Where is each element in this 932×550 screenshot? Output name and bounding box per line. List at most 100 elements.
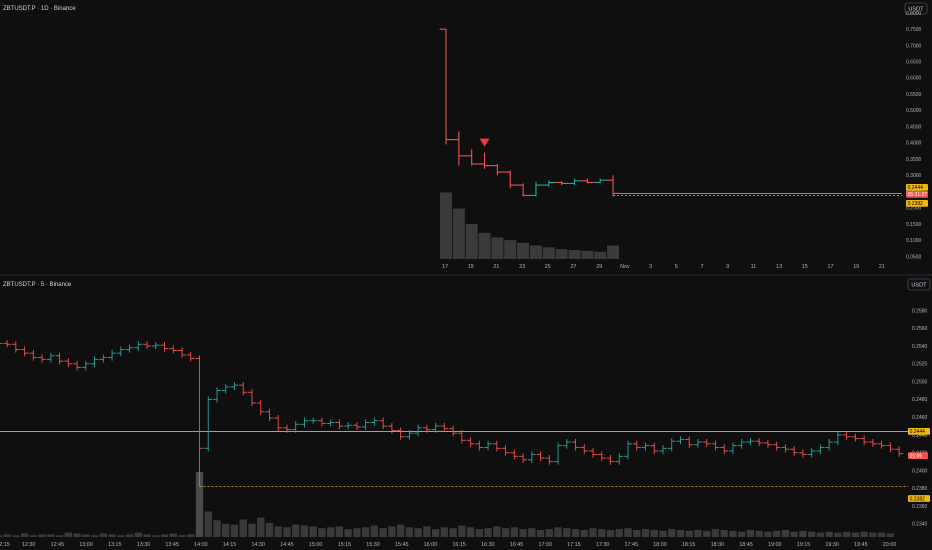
bottom-volume-bar xyxy=(711,529,720,537)
top-x-tick: 7 xyxy=(701,264,704,270)
bottom-volume-bar xyxy=(55,535,64,537)
bottom-x-tick: 14:45 xyxy=(280,542,294,548)
top-x-tick: 27 xyxy=(571,264,577,270)
top-y-tick: 0.6000 xyxy=(906,76,922,82)
bottom-x-tick: 14:30 xyxy=(252,542,266,548)
bottom-volume-bar xyxy=(414,528,422,537)
top-volume-bar xyxy=(568,250,581,259)
top-pane-title: ZBTUSDT.P · 1D · Binance xyxy=(3,6,76,12)
top-price-labels: 0.244405:31:27 0.2382 xyxy=(906,183,928,207)
bottom-volume-bar xyxy=(860,531,868,537)
bottom-x-tick: 20:00 xyxy=(883,542,897,548)
bottom-volume-bar xyxy=(720,529,728,537)
bottom-volume-bar xyxy=(816,532,825,537)
bottom-volume-bar xyxy=(475,529,484,537)
bottom-volume-bar xyxy=(90,535,99,537)
bottom-volume-bar xyxy=(484,528,492,537)
top-y-tick: 0.8000 xyxy=(906,11,922,17)
bottom-volume-bar xyxy=(624,528,632,537)
bottom-x-tick: 17:45 xyxy=(625,542,639,548)
bottom-x-tick: 12:15 xyxy=(0,542,10,548)
bottom-y-tick: 0.2580 xyxy=(912,308,928,314)
top-volume-bar xyxy=(478,232,491,259)
bottom-volume-bar xyxy=(0,535,3,537)
top-x-tick: 21 xyxy=(493,264,499,270)
top-x-tick: 3 xyxy=(649,264,652,270)
chart-root: ZBTUSDT.P · 1D · Binance USDT 0.8000 0.75… xyxy=(0,0,932,550)
top-x-tick: 17 xyxy=(442,264,448,270)
top-y-tick: 0.0500 xyxy=(906,254,922,260)
bottom-volume-bar xyxy=(580,529,588,537)
top-y-tick: 0.7000 xyxy=(906,43,922,49)
bottom-volume-bar xyxy=(169,533,177,537)
top-volume-bar xyxy=(491,237,504,259)
bottom-volume-bar xyxy=(633,529,641,537)
bottom-volume-bar xyxy=(213,520,221,537)
bottom-volume-bar xyxy=(668,529,676,537)
bottom-volume-bar xyxy=(458,525,466,537)
bottom-volume-bar xyxy=(335,526,344,537)
top-y-tick: 0.3500 xyxy=(906,157,922,163)
bottom-volume-bar xyxy=(64,532,72,537)
bottom-volume-bar xyxy=(501,528,510,537)
bottom-y-tick: 0.2380 xyxy=(912,486,928,492)
bottom-volume-bar xyxy=(230,524,239,537)
top-volume-bar xyxy=(594,251,607,259)
bottom-volume-bar xyxy=(38,534,46,537)
bottom-volume-bar xyxy=(125,534,134,537)
bottom-last-price-label: 0.2444 xyxy=(910,429,926,435)
bottom-x-tick: 15:00 xyxy=(309,542,323,548)
bottom-volume-bar xyxy=(755,530,763,537)
bottom-volume-bar xyxy=(650,529,658,537)
bottom-volume-bar xyxy=(20,533,29,537)
bottom-volume-bar xyxy=(685,530,693,537)
bottom-volume-bar xyxy=(851,532,860,537)
top-x-tick: 23 xyxy=(519,264,525,270)
bottom-x-tick: 15:15 xyxy=(338,542,352,548)
bottom-x-tick: 13:45 xyxy=(165,542,179,548)
bottom-volume-bar xyxy=(82,534,90,537)
bottom-y-tick: 0.2340 xyxy=(912,522,928,528)
top-x-tick: 11 xyxy=(751,264,757,270)
bottom-volume-bar xyxy=(379,528,387,537)
bottom-volume-bar xyxy=(353,528,361,537)
bottom-volume-bar xyxy=(134,532,142,537)
bottom-volume-bar xyxy=(554,527,562,537)
bottom-x-tick: 17:00 xyxy=(538,542,552,548)
bottom-volume-bar xyxy=(248,523,256,537)
bottom-x-tick: 16:15 xyxy=(452,542,466,548)
bottom-volume-bar xyxy=(73,533,81,537)
bottom-volume-bar xyxy=(519,529,527,537)
bottom-volume-bar xyxy=(729,530,737,537)
top-last-price-label: 0.2444 xyxy=(908,185,924,191)
bottom-volume-bar xyxy=(790,531,798,537)
bottom-volume-bar xyxy=(361,527,370,537)
bottom-volume-bar xyxy=(746,529,755,537)
bottom-x-tick: 16:30 xyxy=(481,542,495,548)
bottom-x-tick: 18:15 xyxy=(682,542,696,548)
bottom-volume-bar xyxy=(300,525,309,537)
bottom-volume-bar xyxy=(160,534,169,537)
bottom-volume-bar xyxy=(694,529,702,537)
bottom-volume-bar xyxy=(440,527,449,537)
bottom-volume-bar xyxy=(641,529,650,537)
bottom-volume-bar xyxy=(239,519,247,537)
bottom-x-tick: 19:15 xyxy=(797,542,811,548)
top-volume-bar xyxy=(465,223,478,259)
bottom-y-tick: 0.2560 xyxy=(912,326,928,332)
bottom-volume-bar xyxy=(370,525,379,537)
top-volume-bar xyxy=(504,240,517,259)
bottom-x-tick: 18:45 xyxy=(739,542,753,548)
bottom-volume-bar xyxy=(431,529,440,537)
top-y-tick: 0.7500 xyxy=(906,27,922,33)
bottom-x-tick: 14:00 xyxy=(194,542,208,548)
top-x-tick: 29 xyxy=(596,264,602,270)
bottom-volume-bar xyxy=(423,526,431,537)
bottom-y-tick: 0.2480 xyxy=(912,397,928,403)
bottom-volume-bar xyxy=(703,530,711,537)
bottom-volume-bar xyxy=(807,531,816,537)
bottom-y-tick: 0.2520 xyxy=(912,362,928,368)
top-y-tick: 0.1000 xyxy=(906,238,922,244)
top-volume-bar xyxy=(542,247,555,259)
bottom-x-tick: 17:15 xyxy=(567,542,581,548)
